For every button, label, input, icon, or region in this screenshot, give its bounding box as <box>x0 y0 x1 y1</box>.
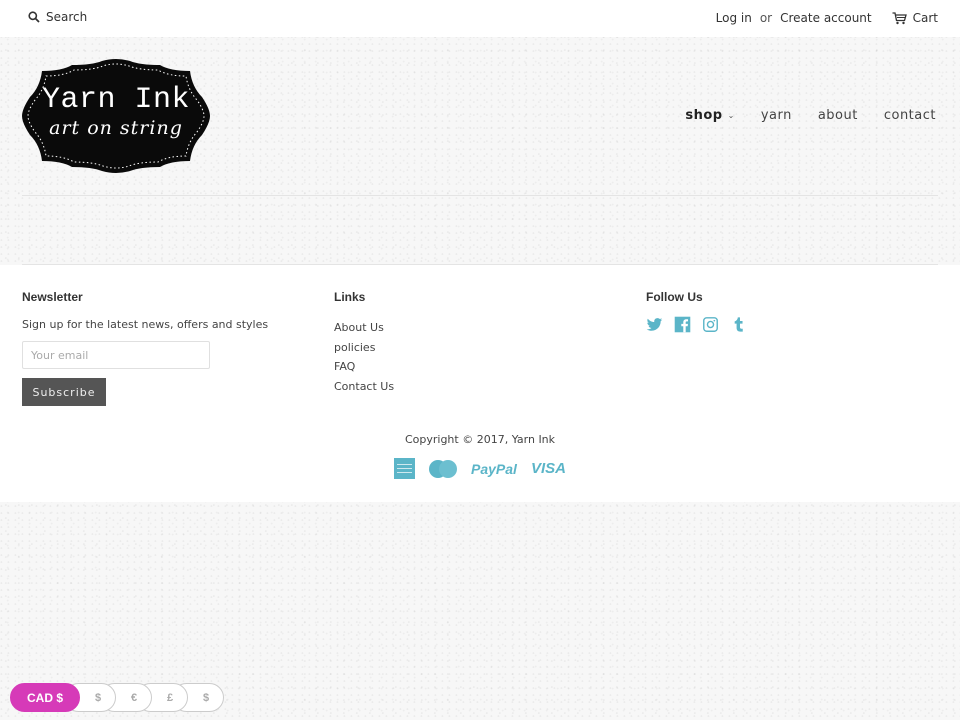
footer-link-policies[interactable]: policies <box>334 338 594 358</box>
newsletter-text: Sign up for the latest news, offers and … <box>22 318 269 331</box>
cart-label: Cart <box>912 11 938 25</box>
currency-switcher: CAD $ $ € £ $ <box>10 683 224 712</box>
cart-icon <box>892 11 907 24</box>
logo-title: Yarn Ink <box>41 83 191 117</box>
instagram-icon[interactable] <box>702 316 719 333</box>
nav-label: yarn <box>760 108 792 123</box>
paypal-icon: PayPal <box>471 460 517 477</box>
site-footer: Newsletter Sign up for the latest news, … <box>0 265 960 502</box>
nav-item-yarn[interactable]: yarn <box>761 108 792 123</box>
follow-section: Follow Us <box>646 290 906 333</box>
search-link[interactable]: Search <box>28 10 87 24</box>
visa-icon: VISA <box>530 460 566 477</box>
account-links: Log in or Create account Cart <box>716 11 938 25</box>
nav-label: contact <box>883 108 936 123</box>
facebook-icon[interactable] <box>674 316 691 333</box>
nav-item-about[interactable]: about <box>818 108 858 123</box>
site-logo[interactable]: Yarn Ink art on string <box>22 59 210 173</box>
american-express-icon <box>394 458 416 479</box>
login-link[interactable]: Log in <box>716 11 752 25</box>
nav-item-shop[interactable]: shop ⌄ <box>685 108 734 123</box>
header-divider <box>22 195 938 196</box>
newsletter-section: Newsletter Sign up for the latest news, … <box>22 290 302 406</box>
links-heading: Links <box>334 290 366 304</box>
nav-item-contact[interactable]: contact <box>884 108 936 123</box>
email-field[interactable] <box>22 341 210 369</box>
site-header: Yarn Ink art on string shop ⌄ yarn about… <box>0 37 960 197</box>
currency-option-cad[interactable]: CAD $ <box>10 683 80 712</box>
nav-label: about <box>817 108 858 123</box>
twitter-icon[interactable] <box>646 316 663 333</box>
search-icon <box>28 11 40 23</box>
nav-label: shop <box>685 108 723 123</box>
mastercard-icon <box>429 459 458 478</box>
or-separator: or <box>759 11 773 25</box>
newsletter-heading: Newsletter <box>22 290 83 304</box>
search-label: Search <box>46 10 88 24</box>
footer-link-about-us[interactable]: About Us <box>334 318 594 338</box>
subscribe-button[interactable]: Subscribe <box>22 378 106 406</box>
top-bar: Search Log in or Create account Cart <box>0 0 960 37</box>
footer-link-contact-us[interactable]: Contact Us <box>334 377 594 397</box>
main-nav: shop ⌄ yarn about contact <box>685 108 936 123</box>
copyright-text: Copyright © 2017, Yarn Ink <box>404 433 556 446</box>
tumblr-icon[interactable] <box>730 316 747 333</box>
logo-tagline: art on string <box>49 117 183 139</box>
payment-icons: PayPal VISA <box>0 458 960 479</box>
cart-link[interactable]: Cart <box>892 11 938 25</box>
chevron-down-icon: ⌄ <box>727 111 735 120</box>
links-section: Links About Us policies FAQ Contact Us <box>334 290 594 396</box>
create-account-link[interactable]: Create account <box>780 11 872 25</box>
footer-link-faq[interactable]: FAQ <box>334 357 594 377</box>
follow-heading: Follow Us <box>646 290 703 304</box>
social-links <box>646 316 906 333</box>
